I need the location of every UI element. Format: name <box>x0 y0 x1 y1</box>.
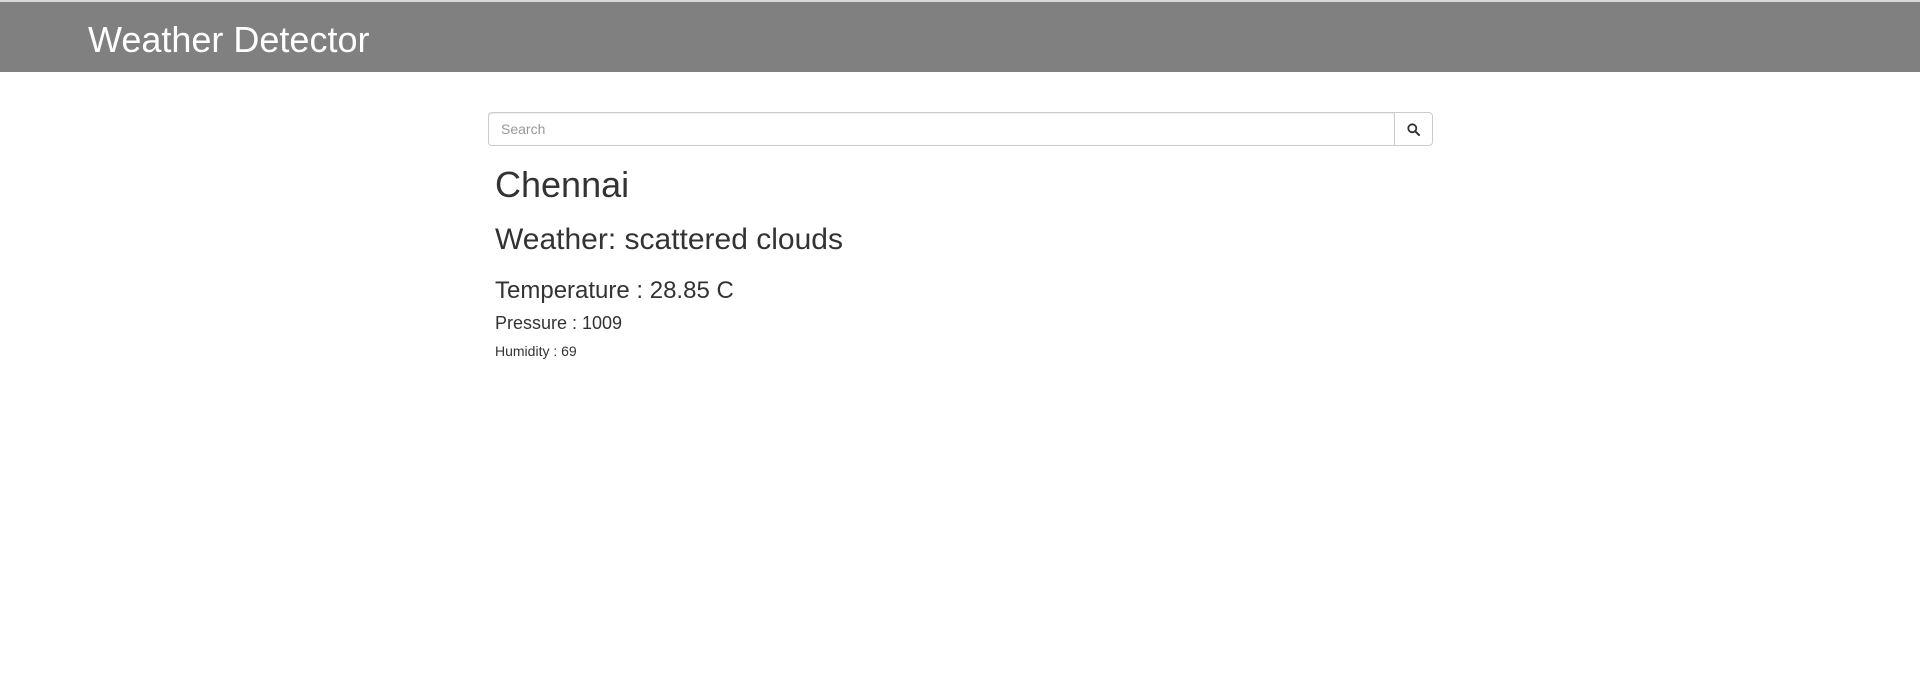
search-icon <box>1407 122 1420 136</box>
search-input[interactable] <box>488 112 1394 146</box>
city-name: Chennai <box>495 164 630 205</box>
navbar: Weather Detector <box>0 2 1920 72</box>
brand-title[interactable]: Weather Detector <box>88 20 369 60</box>
humidity-value: Humidity : 69 <box>495 343 577 359</box>
search-button[interactable] <box>1394 112 1433 146</box>
temperature-value: Temperature : 28.85 C <box>495 277 734 304</box>
page-top-border <box>0 0 1920 695</box>
weather-description: Weather: scattered clouds <box>495 223 843 256</box>
pressure-value: Pressure : 1009 <box>495 313 623 333</box>
search-form <box>488 112 1433 146</box>
